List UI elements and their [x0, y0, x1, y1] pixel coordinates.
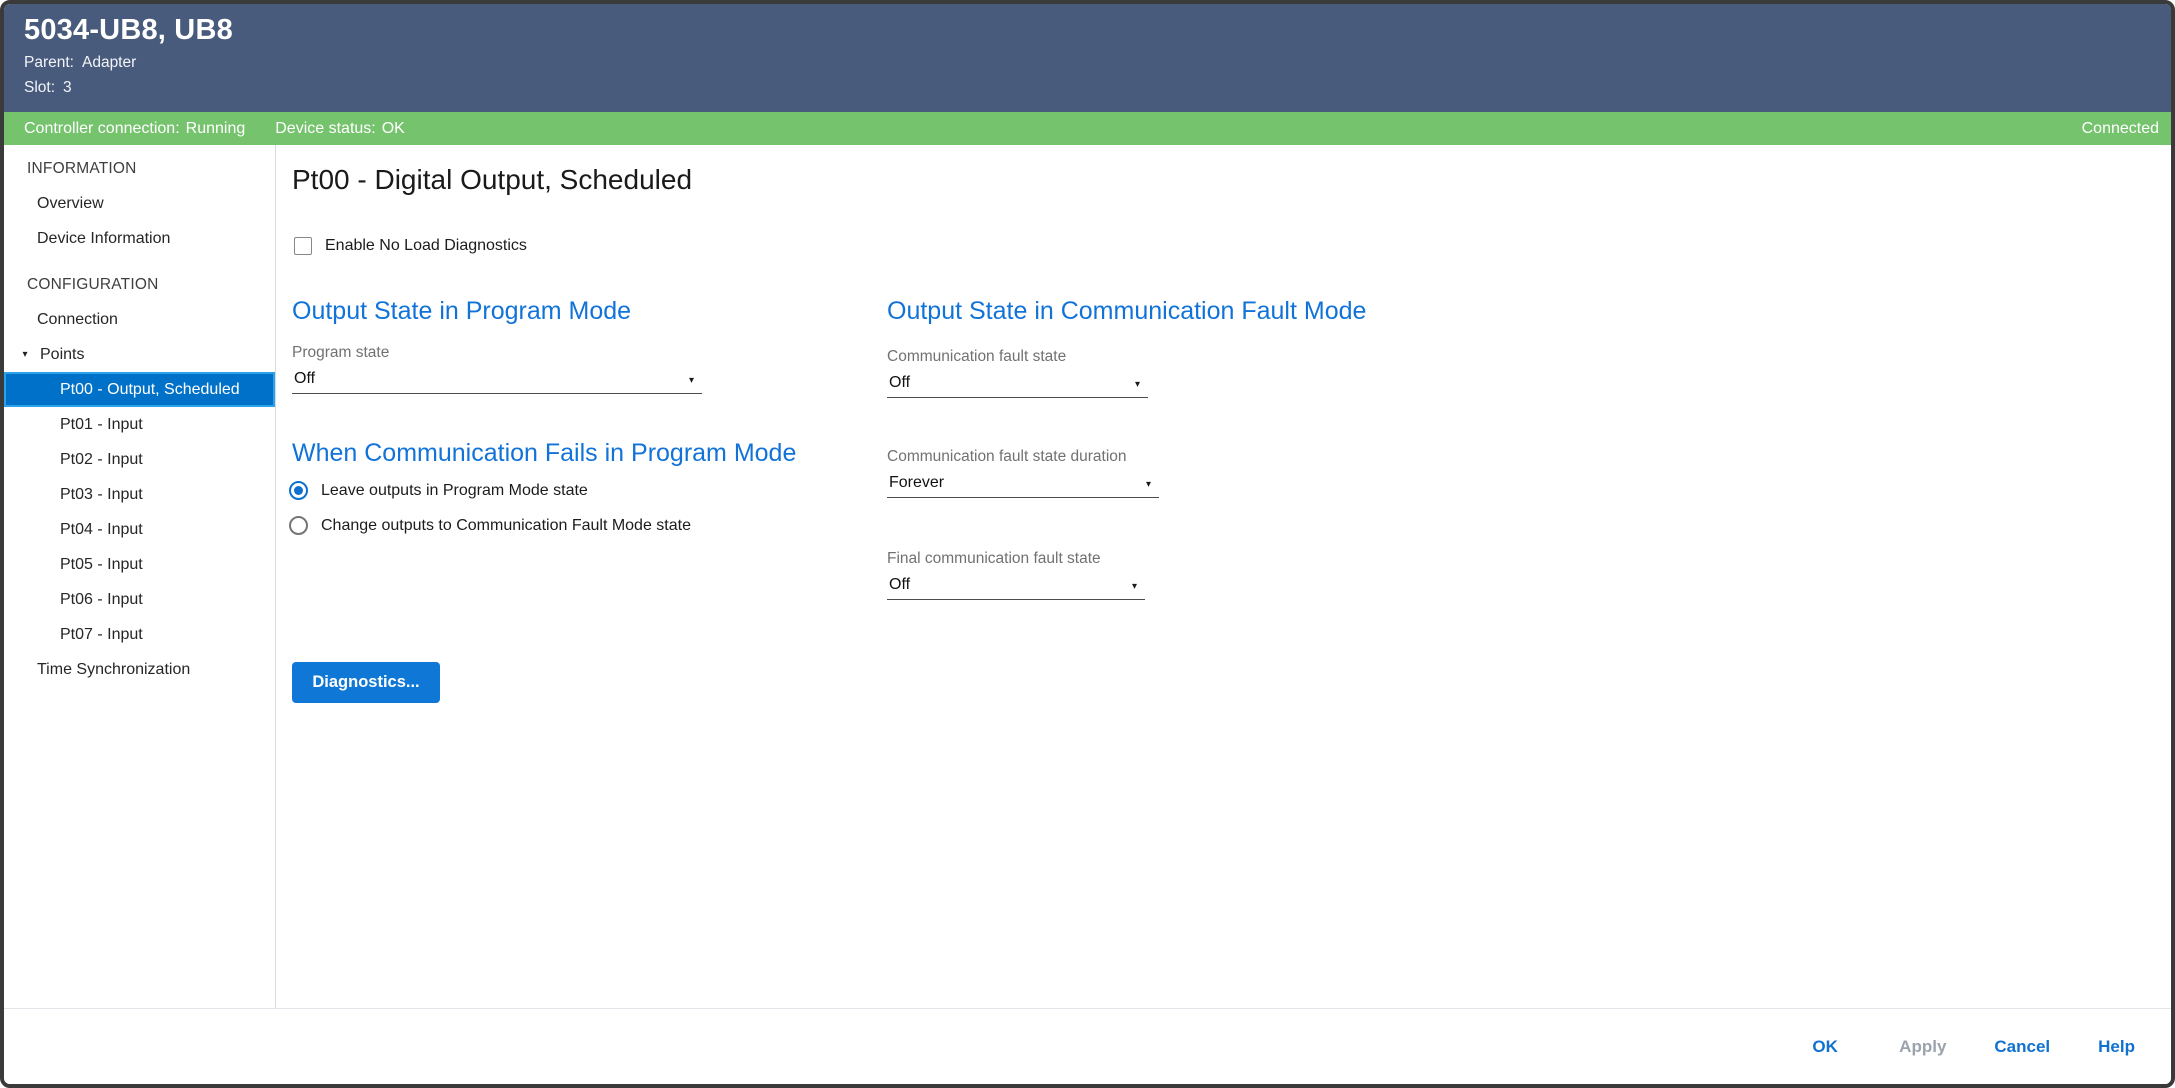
program-state-field: Program state Off ▾ — [292, 344, 702, 394]
sidebar-section-information: INFORMATION — [4, 151, 275, 186]
comm-fault-state-field: Communication fault state Off ▾ — [887, 348, 1148, 398]
heading-when-communication-fails: When Communication Fails in Program Mode — [292, 439, 796, 468]
fault-duration-field: Communication fault state duration Forev… — [887, 448, 1159, 498]
sidebar-section-configuration: CONFIGURATION — [4, 267, 275, 302]
cancel-button[interactable]: Cancel — [1988, 1028, 2056, 1066]
comm-fault-state-label: Communication fault state — [887, 348, 1148, 366]
dropdown-arrow-icon: ▾ — [689, 374, 694, 388]
sidebar-item-pt06[interactable]: Pt06 - Input — [4, 582, 275, 617]
sidebar-item-device-information[interactable]: Device Information — [4, 221, 275, 256]
fault-duration-label: Communication fault state duration — [887, 448, 1159, 466]
navigation-sidebar: INFORMATION Overview Device Information … — [4, 145, 276, 1008]
radio-leave-outputs-row[interactable]: Leave outputs in Program Mode state — [289, 481, 588, 500]
sidebar-item-pt07[interactable]: Pt07 - Input — [4, 617, 275, 652]
sidebar-item-pt04[interactable]: Pt04 - Input — [4, 512, 275, 547]
final-fault-state-label: Final communication fault state — [887, 550, 1145, 568]
slot-value: 3 — [63, 79, 72, 96]
slot-row: Slot: 3 — [24, 79, 2171, 97]
controller-connection-status: Controller connection:Running — [24, 120, 245, 138]
sidebar-item-points-label: Points — [40, 346, 84, 364]
program-state-label: Program state — [292, 344, 702, 362]
final-fault-state-field: Final communication fault state Off ▾ — [887, 550, 1145, 600]
enable-no-load-row[interactable]: Enable No Load Diagnostics — [294, 237, 527, 255]
connection-badge: Connected — [2082, 120, 2159, 138]
help-button[interactable]: Help — [2092, 1028, 2141, 1066]
sidebar-item-pt03[interactable]: Pt03 - Input — [4, 477, 275, 512]
enable-no-load-checkbox[interactable] — [294, 237, 312, 255]
sidebar-item-time-synchronization[interactable]: Time Synchronization — [4, 652, 275, 687]
fault-duration-select[interactable]: Forever ▾ — [887, 470, 1159, 498]
page-title: Pt00 - Digital Output, Scheduled — [292, 164, 692, 196]
dropdown-arrow-icon: ▾ — [1146, 478, 1151, 492]
sidebar-item-pt05[interactable]: Pt05 - Input — [4, 547, 275, 582]
window-header: 5034-UB8, UB8 Parent: Adapter Slot: 3 — [4, 4, 2171, 112]
device-status: Device status:OK — [275, 120, 405, 138]
slot-label: Slot: — [24, 79, 55, 96]
radio-leave-outputs[interactable] — [289, 481, 308, 500]
heading-output-state-fault-mode: Output State in Communication Fault Mode — [887, 297, 1366, 326]
sidebar-item-pt00[interactable]: Pt00 - Output, Scheduled — [4, 372, 275, 407]
sidebar-item-points[interactable]: ▾ Points — [4, 337, 275, 372]
heading-output-state-program-mode: Output State in Program Mode — [292, 297, 631, 326]
apply-button[interactable]: Apply — [1893, 1028, 1952, 1066]
radio-change-outputs-row[interactable]: Change outputs to Communication Fault Mo… — [289, 516, 691, 535]
parent-value: Adapter — [82, 54, 136, 71]
dropdown-arrow-icon: ▾ — [1132, 580, 1137, 594]
main-panel: Pt00 - Digital Output, Scheduled Enable … — [277, 145, 2171, 1008]
ok-button[interactable]: OK — [1793, 1027, 1857, 1067]
device-profile-window: 5034-UB8, UB8 Parent: Adapter Slot: 3 Cont… — [0, 0, 2175, 1088]
body-area: INFORMATION Overview Device Information … — [4, 145, 2171, 1008]
status-bar: Controller connection:Running Device sta… — [4, 112, 2171, 145]
sidebar-item-pt02[interactable]: Pt02 - Input — [4, 442, 275, 477]
radio-change-outputs[interactable] — [289, 516, 308, 535]
sidebar-item-connection[interactable]: Connection — [4, 302, 275, 337]
parent-row: Parent: Adapter — [24, 54, 2171, 72]
collapse-triangle-icon[interactable]: ▾ — [18, 349, 32, 360]
final-fault-state-select[interactable]: Off ▾ — [887, 572, 1145, 600]
program-state-select[interactable]: Off ▾ — [292, 366, 702, 394]
sidebar-item-overview[interactable]: Overview — [4, 186, 275, 221]
comm-fault-state-select[interactable]: Off ▾ — [887, 370, 1148, 398]
sidebar-item-pt01[interactable]: Pt01 - Input — [4, 407, 275, 442]
dialog-footer: OK Apply Cancel Help — [4, 1008, 2171, 1084]
dropdown-arrow-icon: ▾ — [1135, 378, 1140, 392]
device-title: 5034-UB8, UB8 — [24, 14, 2171, 47]
diagnostics-button[interactable]: Diagnostics... — [292, 662, 440, 703]
enable-no-load-label: Enable No Load Diagnostics — [325, 237, 527, 255]
parent-label: Parent: — [24, 54, 74, 71]
